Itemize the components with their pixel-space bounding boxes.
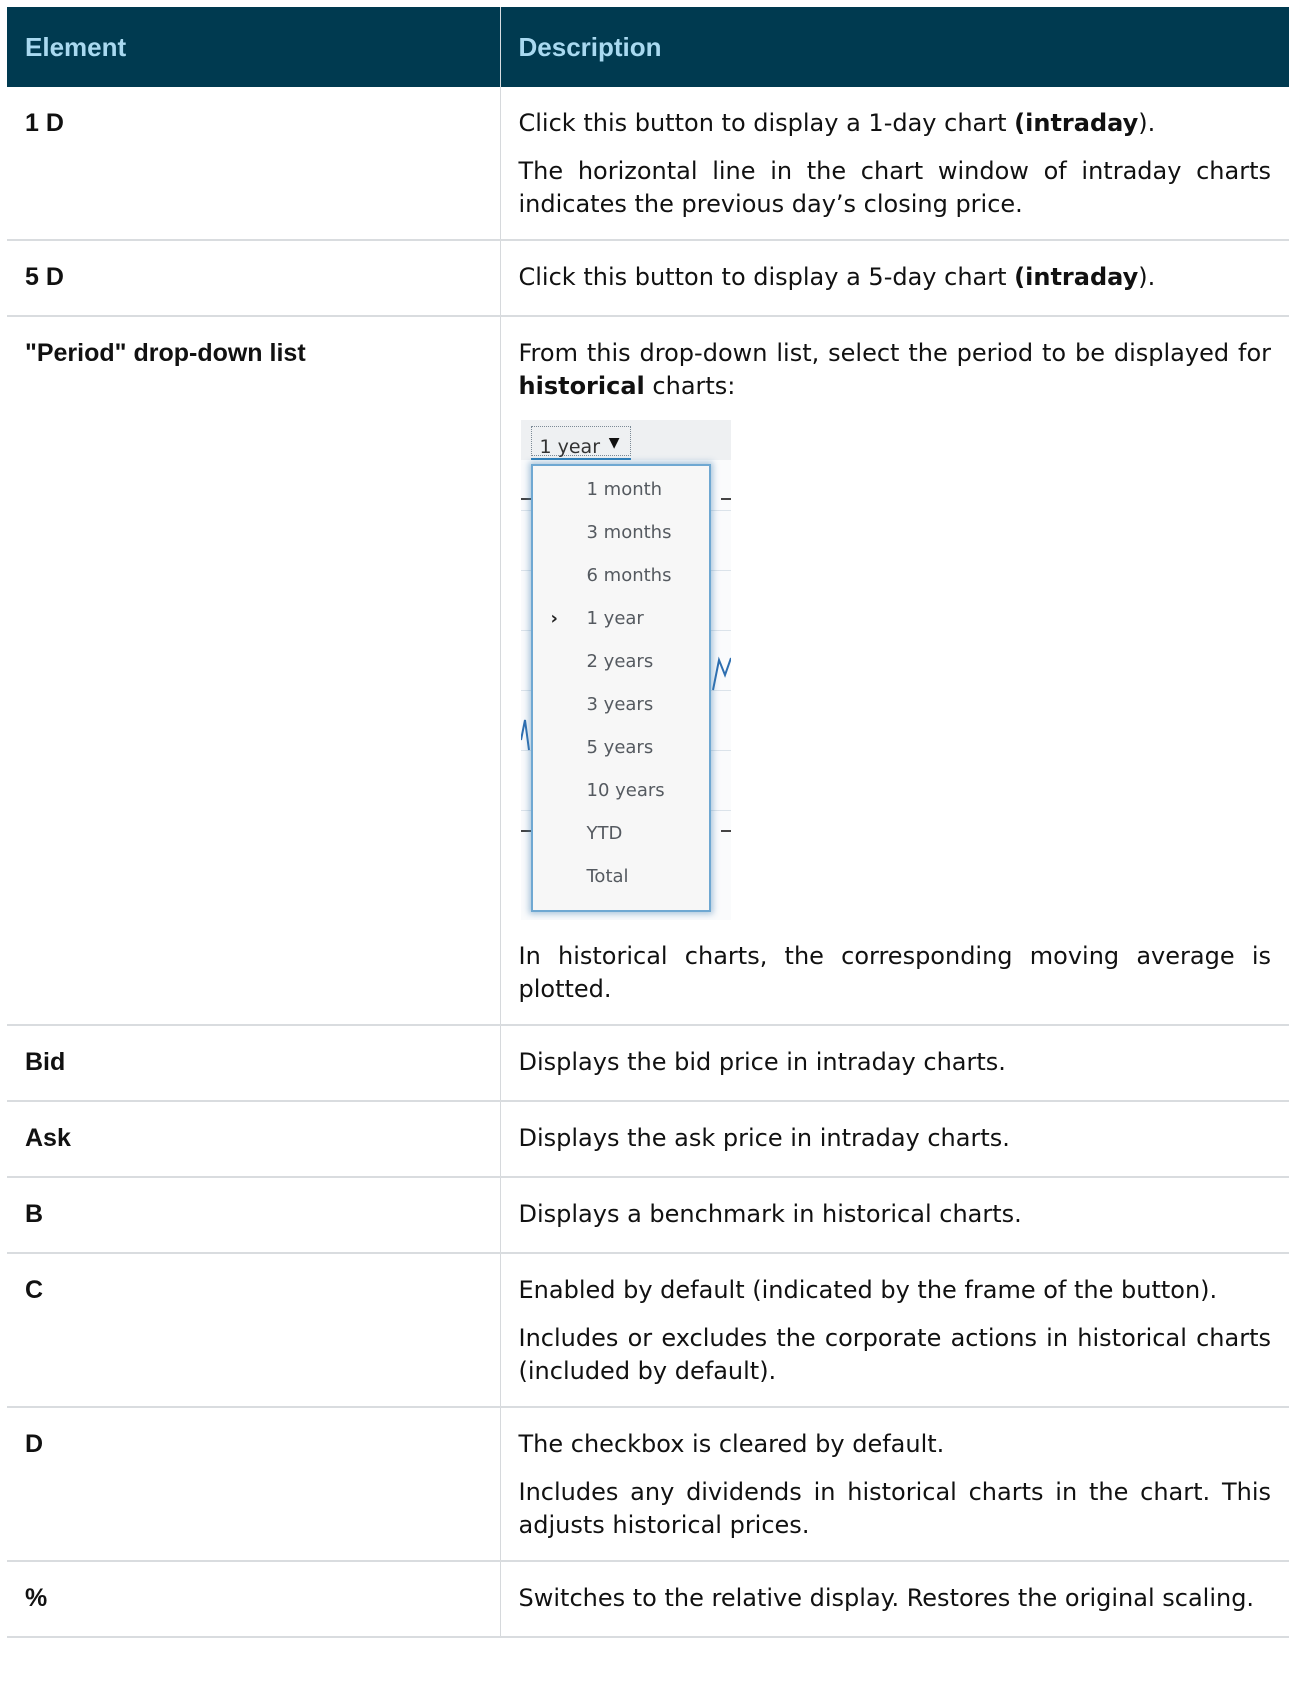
table-row: 1 D Click this button to display a 1-day… (7, 87, 1289, 241)
description-text: Includes any dividends in historical cha… (518, 1478, 1272, 1539)
menu-item-ytd[interactable]: YTD (533, 812, 709, 855)
description-text: Click this button to display a 5-day cha… (518, 263, 1156, 291)
description-cell: Displays a benchmark in historical chart… (499, 1177, 1289, 1254)
table-header-row: Element Description (7, 7, 1289, 87)
element-cell: C (7, 1253, 500, 1408)
description-text: From this drop-down list, select the per… (518, 339, 1272, 400)
menu-item-3-months[interactable]: 3 months (533, 511, 709, 554)
table-row: D The checkbox is cleared by default. In… (7, 1407, 1289, 1562)
menu-item-6-months[interactable]: 6 months (533, 554, 709, 597)
description-text: Includes or excludes the corporate actio… (518, 1324, 1272, 1385)
description-text: Displays the ask price in intraday chart… (518, 1124, 1010, 1152)
description-cell: Enabled by default (indicated by the fra… (499, 1253, 1289, 1408)
description-text: Click this button to display a 1-day cha… (518, 109, 1156, 137)
element-cell: D (7, 1407, 500, 1562)
description-text: In historical charts, the corresponding … (518, 942, 1272, 1003)
element-cell: Ask (7, 1101, 500, 1178)
period-dropdown-screenshot: 1 year ▼ 1 month 3 months 6 months › 1 ye… (520, 420, 731, 920)
description-cell: Displays the bid price in intraday chart… (499, 1025, 1289, 1102)
description-text: The checkbox is cleared by default. (518, 1430, 945, 1458)
menu-item-10-years[interactable]: 10 years (533, 769, 709, 812)
description-cell: Switches to the relative display. Restor… (499, 1561, 1289, 1638)
table-row: "Period" drop-down list From this drop-d… (7, 316, 1289, 1026)
menu-item-2-years[interactable]: 2 years (533, 640, 709, 683)
element-column-header: Element (7, 7, 500, 87)
description-text: Switches to the relative display. Restor… (518, 1584, 1255, 1612)
element-cell: 1 D (7, 87, 500, 241)
menu-item-1-year[interactable]: › 1 year (533, 597, 709, 640)
element-cell: % (7, 1561, 500, 1638)
period-dropdown-menu: 1 month 3 months 6 months › 1 year 2 year… (530, 464, 711, 912)
description-text: Enabled by default (indicated by the fra… (518, 1276, 1218, 1304)
button-underline (530, 458, 631, 460)
table-row: % Switches to the relative display. Rest… (7, 1561, 1289, 1638)
description-cell: Displays the ask price in intraday chart… (499, 1101, 1289, 1178)
description-cell: From this drop-down list, select the per… (499, 316, 1289, 1026)
element-cell: B (7, 1177, 500, 1254)
chevron-right-icon: › (550, 608, 558, 629)
table-row: B Displays a benchmark in historical cha… (7, 1177, 1289, 1254)
description-column-header: Description (499, 7, 1289, 87)
triangle-down-icon: ▼ (608, 435, 620, 451)
element-cell: Bid (7, 1025, 500, 1102)
description-text: Displays a benchmark in historical chart… (518, 1200, 1022, 1228)
description-cell: Click this button to display a 5-day cha… (499, 240, 1289, 317)
table-row: Ask Displays the ask price in intraday c… (7, 1101, 1289, 1178)
elements-table: Element Description 1 D Click this butto… (7, 7, 1289, 1638)
menu-item-5-years[interactable]: 5 years (533, 726, 709, 769)
element-cell: 5 D (7, 240, 500, 317)
description-cell: Click this button to display a 1-day cha… (499, 87, 1289, 241)
menu-item-1-month[interactable]: 1 month (533, 468, 709, 511)
description-text: The horizontal line in the chart window … (518, 157, 1272, 218)
menu-item-3-years[interactable]: 3 years (533, 683, 709, 726)
element-cell: "Period" drop-down list (7, 316, 500, 1026)
description-cell: The checkbox is cleared by default. Incl… (499, 1407, 1289, 1562)
description-text: Displays the bid price in intraday chart… (518, 1048, 1006, 1076)
table-row: Bid Displays the bid price in intraday c… (7, 1025, 1289, 1102)
menu-item-total[interactable]: Total (533, 855, 709, 898)
table-row: 5 D Click this button to display a 5-day… (7, 240, 1289, 317)
period-dropdown-button[interactable]: 1 year ▼ (530, 426, 631, 458)
table-row: C Enabled by default (indicated by the f… (7, 1253, 1289, 1408)
